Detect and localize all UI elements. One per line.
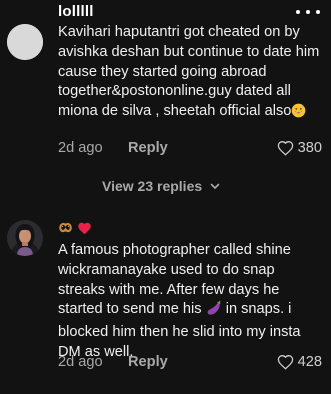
- avatar[interactable]: [7, 220, 43, 256]
- red-heart-icon: [77, 221, 92, 240]
- comment-username[interactable]: lolllll: [58, 3, 94, 20]
- like-button[interactable]: 428: [277, 354, 322, 370]
- reply-button[interactable]: Reply: [128, 354, 168, 370]
- avatar[interactable]: [7, 24, 43, 60]
- pretzel-icon: [58, 220, 73, 240]
- comment-text-content: Kavihari haputantri got cheated on by av…: [58, 24, 320, 120]
- heart-outline-icon: [277, 355, 293, 370]
- view-replies-button[interactable]: View 23 replies: [102, 178, 222, 194]
- comment-text: A famous photographer called shine wickr…: [58, 241, 324, 363]
- chevron-down-icon: [210, 183, 220, 189]
- grinning-sweat-emoji-icon: [291, 103, 306, 125]
- comment-meta: 2d ago Reply 428: [58, 354, 324, 374]
- view-replies-label: View 23 replies: [102, 178, 203, 194]
- comment-text: Kavihari haputantri got cheated on by av…: [58, 23, 324, 125]
- like-button[interactable]: 380: [277, 140, 322, 156]
- default-avatar-icon: [7, 24, 43, 60]
- heart-outline-icon: [277, 141, 293, 156]
- reply-button[interactable]: Reply: [128, 140, 168, 156]
- like-count: 380: [297, 140, 322, 156]
- like-count: 428: [297, 354, 322, 370]
- eggplant-icon: [206, 300, 222, 323]
- comment-date: 2d ago: [58, 354, 103, 370]
- comment-emoji-prefix: [58, 222, 92, 238]
- profile-photo-icon: [7, 220, 43, 256]
- more-options-icon[interactable]: [296, 8, 320, 16]
- comment-date: 2d ago: [58, 140, 103, 156]
- comment-meta: 2d ago Reply 380: [58, 140, 324, 160]
